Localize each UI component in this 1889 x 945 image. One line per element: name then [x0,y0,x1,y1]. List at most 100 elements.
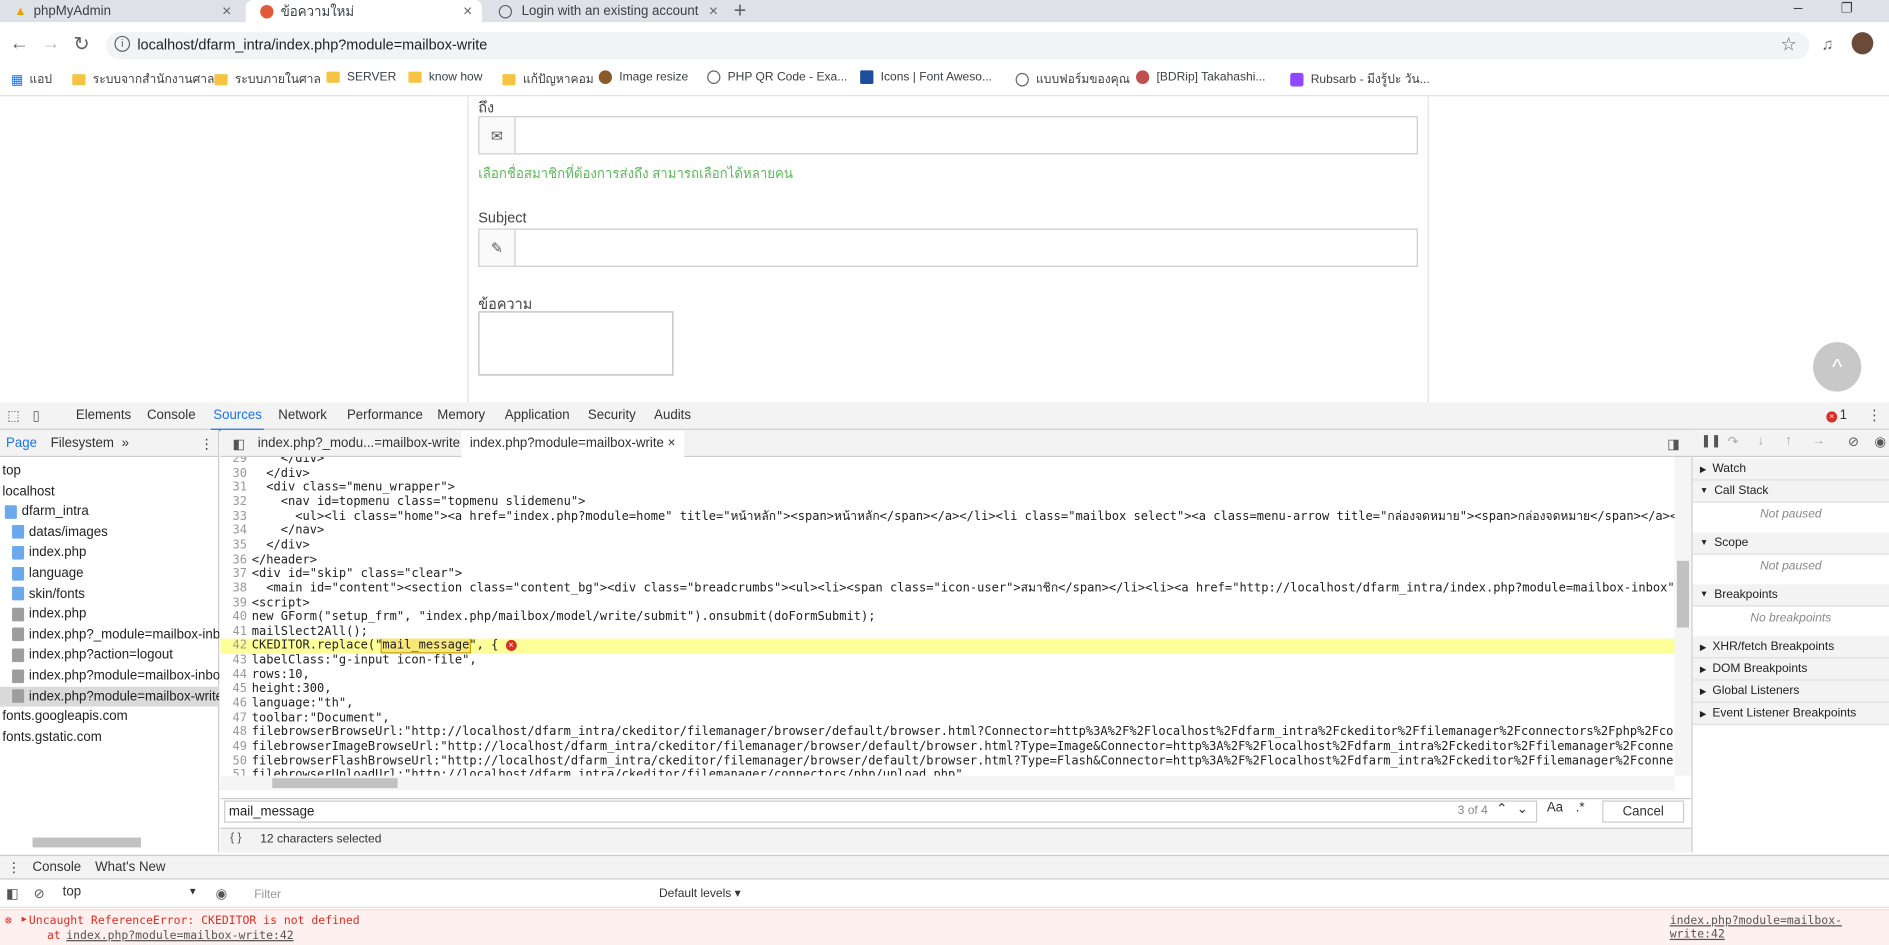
console-context-select[interactable]: top ▼ [63,884,200,904]
code-line[interactable]: 45 height:300, [220,682,1674,696]
debugger-section-event-listener-breakpoints[interactable]: ▶ Event Listener Breakpoints [1692,702,1889,726]
devtools-tab-elements[interactable]: Elements [76,408,131,423]
pause-on-exceptions-icon[interactable]: ◉ [1875,434,1887,450]
pause-icon[interactable]: ❚❚ [1701,435,1721,449]
code-line[interactable]: 33 <ul><li class="home"><a href="index.p… [220,510,1674,524]
bookmark-apps[interactable]: ▦ แอป [11,70,52,89]
code-line[interactable]: 36 </header> [220,553,1674,567]
navigator-item[interactable]: index.php?_module=mailbox-inbox& [0,625,219,645]
new-tab-button[interactable]: + [734,0,747,23]
editor-scroll-thumb[interactable] [1676,560,1689,628]
code-editor[interactable]: 29 </div> 30 </div> 31 <div class="menu_wr… [220,457,1675,776]
code-line[interactable]: 50 filebrowserFlashBrowseUrl:"http://loca… [220,754,1674,768]
line-number[interactable]: 36 [220,553,251,567]
bookmark-folder[interactable]: ระบบภายในศาล [214,70,321,89]
code-line[interactable]: 40 new GForm("setup_frm", "index.php/mail… [220,610,1674,624]
navigator-menu-icon[interactable]: ⋮ [200,436,213,452]
console-filter-input[interactable]: Filter [254,888,281,902]
toggle-debugger-icon[interactable]: ◨ [1667,436,1680,452]
navigator-item[interactable]: datas/images [0,522,219,542]
line-number[interactable]: 29 [220,457,251,466]
navigator-item[interactable]: dfarm_intra [0,502,219,522]
navigator-tab-filesystem[interactable]: Filesystem [51,436,114,451]
search-cancel-button[interactable]: Cancel [1602,800,1685,823]
navigator-tab-page[interactable]: Page [6,436,37,451]
line-number[interactable]: 40 [220,610,251,624]
bookmark-rubsarb[interactable]: Rubsarb - มีงรู้ปะ วัน... [1290,70,1430,89]
subject-field[interactable]: ✎ [478,228,1418,267]
navigator-item[interactable]: skin/fonts [0,584,219,604]
devtools-tab-performance[interactable]: Performance [347,408,423,423]
bookmark-folder[interactable]: know how [408,70,482,84]
bookmark-folder[interactable]: SERVER [326,70,396,84]
line-number[interactable]: 49 [220,740,251,754]
navigator-item[interactable]: language [0,563,219,583]
line-number[interactable]: 31 [220,481,251,495]
drawer-tab-whats-new[interactable]: What's New [95,860,165,875]
editor-horizontal-scrollbar[interactable] [220,775,1675,791]
browser-tab-phpmyadmin[interactable]: ▲ phpMyAdmin × [0,0,241,22]
code-line[interactable]: 39 <script> [220,596,1674,610]
media-control-icon[interactable]: ♫ [1822,35,1834,54]
code-line[interactable]: 31 <div class="menu_wrapper"> [220,481,1674,495]
code-line[interactable]: 51 filebrowserUploadUrl:"http://localhost… [220,769,1674,776]
code-line[interactable]: 46 language:"th", [220,697,1674,711]
line-number[interactable]: 46 [220,697,251,711]
browser-tab-new-message[interactable]: ข้อความใหม่ × [245,0,482,23]
navigator-item[interactable]: index.php [0,543,219,563]
line-number[interactable]: 44 [220,668,251,682]
code-line[interactable]: 49 filebrowserImageBrowseUrl:"http://loca… [220,740,1674,754]
forward-arrow-icon[interactable]: → [41,33,60,55]
expand-arrow-icon[interactable]: ▶ [22,914,27,924]
editor-hscroll-thumb[interactable] [272,778,398,789]
close-tab-icon[interactable]: × [668,436,676,451]
devtools-tab-console[interactable]: Console [147,408,196,423]
message-textarea[interactable] [478,311,674,376]
line-number[interactable]: 51 [220,769,251,776]
profile-avatar[interactable] [1851,32,1874,55]
more-tabs-icon[interactable]: » [122,436,129,451]
step-over-icon[interactable]: ↷ [1728,434,1739,450]
drawer-menu-icon[interactable]: ⋮ [7,860,20,876]
step-into-icon[interactable]: ↓ [1758,434,1765,449]
close-tab-icon[interactable]: × [709,1,718,20]
deactivate-breakpoints-icon[interactable]: ⊘ [1848,434,1859,450]
line-number[interactable]: 42 [220,639,251,653]
code-line[interactable]: 43 labelClass:"g-input icon-file", [220,654,1674,668]
navigator-scrollbar[interactable] [32,837,141,848]
devtools-tab-security[interactable]: Security [588,408,636,423]
debugger-section-call-stack[interactable]: ▼ Call Stack [1692,480,1889,503]
bookmark-star-icon[interactable]: ☆ [1781,33,1797,56]
search-input[interactable]: mail_message [224,800,1538,823]
to-field[interactable]: ✉ [478,116,1418,155]
regex-button[interactable]: .* [1576,800,1585,815]
error-source-link[interactable]: index.php?module=mailbox-write:42 [1670,914,1889,941]
clear-console-icon[interactable]: ⊘ [34,886,45,902]
line-number[interactable]: 45 [220,682,251,696]
back-arrow-icon[interactable]: ← [10,33,29,55]
line-number[interactable]: 35 [220,538,251,552]
error-stack-link[interactable]: index.php?module=mailbox-write:42 [66,929,293,943]
navigator-item[interactable]: index.php?action=logout [0,645,219,665]
scroll-top-button[interactable]: ^ [1813,342,1862,392]
eye-icon[interactable]: ◉ [216,886,228,902]
line-number[interactable]: 48 [220,726,251,740]
url-text[interactable]: localhost/dfarm_intra/index.php?module=m… [137,36,487,53]
navigator-item[interactable]: index.php?module=mailbox-write [0,686,220,707]
code-line[interactable]: 47 toolbar:"Document", [220,711,1674,725]
close-tab-icon[interactable]: × [463,1,472,20]
code-line[interactable]: 48 filebrowserBrowseUrl:"http://localhost… [220,726,1674,740]
close-tab-icon[interactable]: × [222,1,231,20]
debugger-section-xhr-fetch-breakpoints[interactable]: ▶ XHR/fetch Breakpoints [1692,636,1889,659]
search-prev-icon[interactable]: ⌃ [1496,800,1507,817]
bookmark-image-resize[interactable]: Image resize [598,70,688,85]
editor-tab-mailbox-write[interactable]: index.php?module=mailbox-write × [461,431,684,458]
browser-tab-login[interactable]: Login with an existing account × [484,0,727,22]
device-toolbar-icon[interactable]: ▯ [33,408,40,424]
navigator-item[interactable]: fonts.googleapis.com [0,707,219,727]
reload-icon[interactable]: ↻ [73,32,89,57]
navigator-item[interactable]: top [0,461,219,481]
debugger-section-dom-breakpoints[interactable]: ▶ DOM Breakpoints [1692,658,1889,681]
search-next-icon[interactable]: ⌄ [1517,800,1528,817]
code-line[interactable]: 32 <nav id=topmenu class="topmenu slidem… [220,495,1674,509]
